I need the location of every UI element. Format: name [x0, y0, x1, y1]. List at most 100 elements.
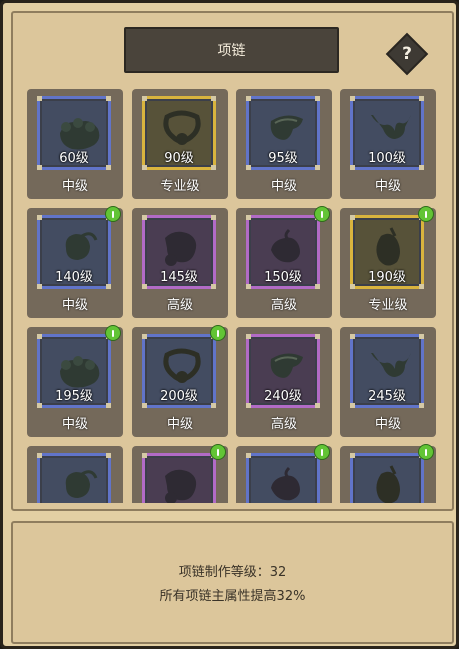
- item-tier: 中级: [166, 417, 193, 432]
- title-text: 项链: [217, 43, 246, 59]
- slot-corner: [37, 215, 42, 220]
- slot-corner: [350, 96, 355, 101]
- necklace-icon: [60, 356, 100, 388]
- item-level: 145级: [160, 270, 198, 285]
- necklace-card[interactable]: 245级中级: [340, 327, 436, 437]
- item-level: 195级: [55, 389, 93, 404]
- item-slot: [350, 453, 424, 503]
- necklace-icon: [376, 227, 400, 266]
- necklace-card[interactable]: 60级中级: [27, 89, 123, 199]
- item-tier: 中级: [61, 298, 88, 313]
- necklace-icon: [270, 115, 303, 140]
- item-level: 200级: [160, 389, 198, 404]
- necklace-card[interactable]: [27, 446, 123, 503]
- item-level: 90级: [164, 151, 194, 166]
- necklace-icon: [271, 466, 300, 501]
- upgrade-badge-icon: [418, 444, 434, 460]
- item-tier: 高级: [270, 417, 297, 432]
- item-tier: 专业级: [160, 179, 200, 194]
- item-level: 245级: [368, 389, 406, 404]
- slot-corner: [350, 334, 355, 339]
- slot-corner: [315, 334, 320, 339]
- slot-corner: [142, 215, 147, 220]
- item-slot: 95级: [246, 96, 320, 170]
- page-title: 项链: [124, 27, 339, 73]
- item-tier: 中级: [61, 179, 88, 194]
- item-slot: 145级: [142, 215, 216, 289]
- slot-corner: [37, 334, 42, 339]
- item-slot: 245级: [350, 334, 424, 408]
- slot-corner: [37, 453, 42, 458]
- item-tier: 中级: [374, 179, 401, 194]
- slot-corner: [106, 96, 111, 101]
- necklace-icon: [163, 110, 201, 145]
- necklace-icon: [65, 232, 98, 260]
- item-slot: 195级: [37, 334, 111, 408]
- necklace-card[interactable]: 200级中级: [132, 325, 228, 437]
- item-slot: 150级: [246, 215, 320, 289]
- upgrade-badge-icon: [105, 206, 121, 222]
- slot-corner: [37, 96, 42, 101]
- slot-corner: [246, 96, 251, 101]
- slot-corner: [419, 96, 424, 101]
- necklace-icon: [371, 353, 411, 377]
- necklace-card[interactable]: 190级专业级: [340, 206, 436, 318]
- upgrade-badge-icon: [210, 325, 226, 341]
- slot-corner: [350, 453, 355, 458]
- necklace-card[interactable]: 140级中级: [27, 206, 123, 318]
- slot-corner: [142, 96, 147, 101]
- item-slot: 140级: [37, 215, 111, 289]
- necklace-card[interactable]: 240级高级: [236, 327, 332, 437]
- necklace-card[interactable]: 90级专业级: [132, 89, 228, 199]
- slot-corner: [142, 453, 147, 458]
- help-button[interactable]: ?: [385, 32, 429, 76]
- necklace-card[interactable]: 100级中级: [340, 89, 436, 199]
- item-slot: 90级: [142, 96, 216, 170]
- slot-corner: [211, 215, 216, 220]
- item-slot: 190级: [350, 215, 424, 289]
- necklace-icon: [271, 228, 300, 263]
- necklace-icon: [376, 465, 400, 503]
- necklace-card[interactable]: 150级高级: [236, 206, 332, 318]
- necklace-card[interactable]: [340, 444, 436, 503]
- item-level: 140级: [55, 270, 93, 285]
- item-tier: 高级: [166, 298, 193, 313]
- necklace-card[interactable]: [132, 444, 228, 503]
- upgrade-badge-icon: [314, 206, 330, 222]
- necklace-card[interactable]: 145级高级: [132, 208, 228, 318]
- item-slot: 200级: [142, 334, 216, 408]
- slot-corner: [419, 334, 424, 339]
- slot-corner: [350, 215, 355, 220]
- item-slot: [246, 453, 320, 503]
- info-panel: 项链制作等级：32 所有项链主属性提高32%: [11, 521, 454, 644]
- necklace-icon: [163, 348, 201, 383]
- upgrade-badge-icon: [105, 325, 121, 341]
- necklace-grid[interactable]: 60级 中级 90级 专业级 95级 中级 100级 中级 140级 中级 145级 高级 150级 高级…: [27, 89, 440, 503]
- necklace-icon: [165, 231, 197, 266]
- item-level: 95级: [268, 151, 298, 166]
- slot-corner: [106, 453, 111, 458]
- necklace-card[interactable]: [236, 444, 332, 503]
- slot-corner: [142, 334, 147, 339]
- item-tier: 专业级: [368, 298, 408, 313]
- necklace-card[interactable]: 195级 中级: [27, 325, 123, 437]
- necklace-card[interactable]: 95级中级: [236, 89, 332, 199]
- necklace-icon: [165, 469, 197, 503]
- item-slot: [142, 453, 216, 503]
- slot-corner: [246, 215, 251, 220]
- slot-corner: [211, 96, 216, 101]
- upgrade-badge-icon: [210, 444, 226, 460]
- item-tier: 高级: [270, 298, 297, 313]
- item-slot: 240级: [246, 334, 320, 408]
- necklace-panel: 项链 ? 60级 中级 90级 专业级 95级 中级 100级 中级 140级 中级 145级 高级 1…: [0, 0, 459, 649]
- upgrade-badge-icon: [418, 206, 434, 222]
- necklace-icon: [371, 115, 411, 139]
- item-tier: 中级: [374, 417, 401, 432]
- slot-corner: [246, 334, 251, 339]
- necklace-icon: [60, 118, 100, 150]
- slot-corner: [315, 96, 320, 101]
- item-slot: 60级: [37, 96, 111, 170]
- item-slot: 100级: [350, 96, 424, 170]
- item-slot: [37, 453, 111, 503]
- item-tier: 中级: [270, 179, 297, 194]
